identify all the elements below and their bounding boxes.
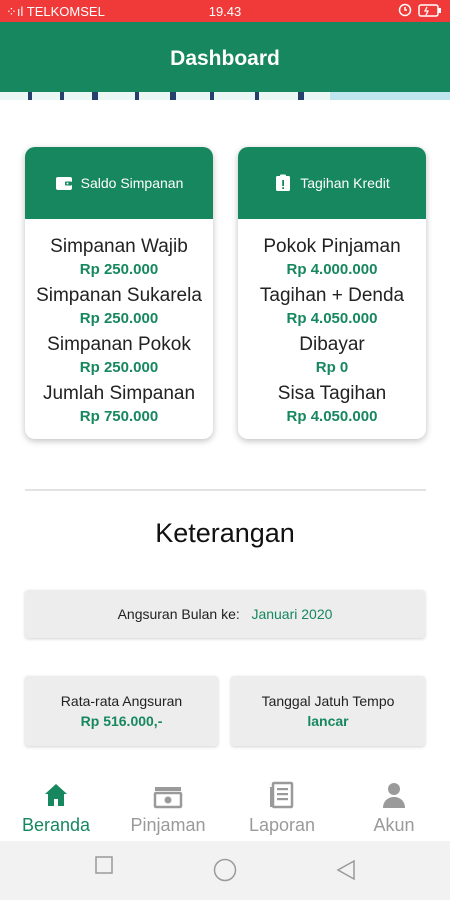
recent-apps-icon[interactable] <box>95 856 113 874</box>
due-date-label: Tanggal Jatuh Tempo <box>261 693 395 709</box>
section-divider <box>25 489 426 491</box>
nav-item-beranda[interactable]: Beranda <box>0 765 112 836</box>
due-date-value: lancar <box>307 713 349 729</box>
savings-value-wajib: Rp 250.000 <box>79 261 159 278</box>
credit-value-remaining: Rp 4.050.000 <box>286 408 378 425</box>
alert-icon <box>276 174 291 191</box>
credit-value-bill-penalty: Rp 4.050.000 <box>286 310 378 327</box>
installment-month-box: Angsuran Bulan ke: Januari 2020 <box>25 590 425 638</box>
wallet-icon <box>55 177 72 190</box>
average-installment-value: Rp 516.000,- <box>80 713 163 729</box>
clock: 19.43 <box>208 4 242 19</box>
banner-image <box>0 92 450 100</box>
savings-label-pokok: Simpanan Pokok <box>47 334 191 355</box>
bottom-navigation: Beranda Pinjaman Laporan Akun <box>0 765 450 841</box>
savings-value-sukarela: Rp 250.000 <box>79 310 159 327</box>
savings-value-total: Rp 750.000 <box>79 408 159 425</box>
savings-label-total: Jumlah Simpanan <box>42 383 196 404</box>
savings-card-header: Saldo Simpanan <box>25 147 213 219</box>
info-section-title: Keterangan <box>155 518 295 548</box>
status-bar: ⁘ıl TELKOMSEL 19.43 <box>0 0 450 22</box>
average-installment-box: Rata-rata Angsuran Rp 516.000,- <box>25 676 218 746</box>
savings-label-sukarela: Simpanan Sukarela <box>36 285 202 306</box>
nav-item-pinjaman[interactable]: Pinjaman <box>112 765 224 836</box>
credit-card: Tagihan Kredit Pokok Pinjaman Rp 4.000.0… <box>238 147 426 439</box>
status-icons <box>398 3 442 17</box>
savings-card-title: Saldo Simpanan <box>80 175 184 191</box>
money-icon <box>153 787 183 809</box>
home-button-icon[interactable] <box>213 858 237 882</box>
credit-label-principal: Pokok Pinjaman <box>263 236 401 257</box>
back-icon[interactable] <box>336 859 356 881</box>
alarm-icon <box>398 3 412 17</box>
report-icon <box>270 781 294 809</box>
credit-card-header: Tagihan Kredit <box>238 147 426 219</box>
nav-label-laporan: Laporan <box>248 815 316 835</box>
nav-item-akun[interactable]: Akun <box>338 765 450 836</box>
savings-label-wajib: Simpanan Wajib <box>50 236 188 257</box>
nav-label-pinjaman: Pinjaman <box>130 815 206 835</box>
installment-month-value: Januari 2020 <box>251 606 333 622</box>
home-icon <box>45 784 67 806</box>
credit-card-title: Tagihan Kredit <box>300 175 390 191</box>
app-bar: Dashboard <box>0 22 450 92</box>
savings-card: Saldo Simpanan Simpanan Wajib Rp 250.000… <box>25 147 213 439</box>
page-title: Dashboard <box>170 47 280 70</box>
installment-month-label: Angsuran Bulan ke: <box>117 606 240 622</box>
nav-label-akun: Akun <box>373 815 415 835</box>
nav-label-beranda: Beranda <box>21 815 91 835</box>
system-navigation-bar <box>0 841 450 900</box>
credit-value-paid: Rp 0 <box>315 359 349 376</box>
savings-value-pokok: Rp 250.000 <box>79 359 159 376</box>
nav-item-laporan[interactable]: Laporan <box>226 765 338 836</box>
person-icon <box>383 783 405 808</box>
average-installment-label: Rata-rata Angsuran <box>60 693 183 709</box>
due-date-box: Tanggal Jatuh Tempo lancar <box>231 676 425 746</box>
credit-label-paid: Dibayar <box>299 334 365 355</box>
credit-value-principal: Rp 4.000.000 <box>286 261 378 278</box>
credit-label-remaining: Sisa Tagihan <box>277 383 387 404</box>
credit-label-bill-penalty: Tagihan + Denda <box>259 285 405 306</box>
battery-icon <box>418 3 441 17</box>
